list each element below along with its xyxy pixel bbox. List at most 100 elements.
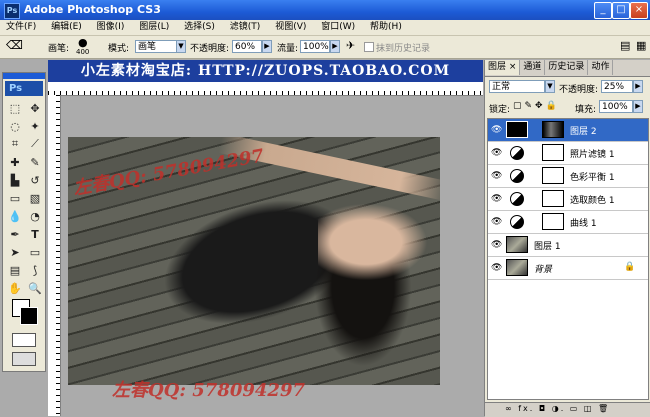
eyedropper-tool-icon[interactable]: ⟆ <box>26 262 44 278</box>
visibility-eye-icon[interactable]: 👁 <box>491 217 502 227</box>
palette-well-icon[interactable]: ▤ <box>620 39 630 52</box>
blend-chevron-icon[interactable]: ▼ <box>545 80 555 93</box>
minimize-button[interactable]: _ <box>594 2 612 19</box>
mode-select[interactable]: 画笔 <box>135 40 177 53</box>
visibility-eye-icon[interactable]: 👁 <box>491 240 502 250</box>
lock-icons[interactable]: ▢✎✥🔒 <box>513 101 560 111</box>
adjustment-layer-icon <box>510 146 524 160</box>
flow-input[interactable]: 100% <box>300 40 330 53</box>
move-tool-icon[interactable]: ✥ <box>26 100 44 116</box>
gradient-tool-icon[interactable]: ▧ <box>26 190 44 206</box>
maximize-button[interactable]: □ <box>612 2 630 19</box>
layer-mask-thumbnail <box>542 167 564 184</box>
vertical-ruler <box>48 95 61 416</box>
healing-tool-icon[interactable]: ✚ <box>6 154 24 170</box>
brush-tool-icon[interactable]: ✎ <box>26 154 44 170</box>
visibility-eye-icon[interactable]: 👁 <box>491 263 502 273</box>
visibility-eye-icon[interactable]: 👁 <box>491 194 502 204</box>
layer-row[interactable]: 👁 背景 🔒 <box>488 257 648 280</box>
tab-layers[interactable]: 图层 × <box>485 60 521 75</box>
pen-tool-icon[interactable]: ✒ <box>6 226 24 242</box>
brush-size: 400 <box>76 48 90 56</box>
zoom-tool-icon[interactable]: 🔍 <box>26 280 44 296</box>
layer-row[interactable]: 👁 照片滤镜 1 <box>488 142 648 165</box>
chevron-down-icon[interactable]: ▼ <box>176 40 186 53</box>
layer-row[interactable]: 👁 图层 1 <box>488 234 648 257</box>
options-bar: ⌫ 画笔: ● 400 模式: 画笔 ▼ 不透明度: 60% ▶ 流量: 100… <box>0 36 650 59</box>
eraser-tool-icon[interactable]: ⌫ <box>6 38 23 52</box>
close-button[interactable]: × <box>630 2 648 19</box>
layer-row[interactable]: 👁 图层 2 <box>488 119 648 142</box>
flow-arrow-icon[interactable]: ▶ <box>330 40 340 53</box>
history-label: 抹到历史记录 <box>376 44 431 54</box>
menu-help[interactable]: 帮助(H) <box>364 20 408 35</box>
crop-tool-icon[interactable]: ⌗ <box>6 136 24 152</box>
brush-panel-icon[interactable]: ▦ <box>636 39 646 52</box>
opacity-arrow-icon[interactable]: ▶ <box>262 40 272 53</box>
layer-thumbnail <box>506 121 528 138</box>
menu-file[interactable]: 文件(F) <box>0 20 42 35</box>
layer-name: 色彩平衡 1 <box>570 173 615 183</box>
visibility-eye-icon[interactable]: 👁 <box>491 171 502 181</box>
panel-opacity-arrow-icon[interactable]: ▶ <box>633 80 643 93</box>
opacity-input[interactable]: 60% <box>232 40 262 53</box>
menu-select[interactable]: 选择(S) <box>178 20 221 35</box>
menu-filter[interactable]: 滤镜(T) <box>224 20 267 35</box>
horizontal-ruler <box>48 82 483 96</box>
slice-tool-icon[interactable]: ⟋ <box>26 136 44 152</box>
type-tool-icon[interactable]: T <box>26 226 44 242</box>
stamp-tool-icon[interactable]: ▙ <box>6 172 24 188</box>
layer-thumbnail <box>506 259 528 276</box>
layers-panel: 图层 × 通道 历史记录 动作 正常 ▼ 不透明度: 25% ▶ 锁定: ▢✎✥🔒 填… <box>484 60 650 417</box>
lock-icon: 🔒 <box>624 262 636 272</box>
visibility-eye-icon[interactable]: 👁 <box>491 148 502 158</box>
hand-tool-icon[interactable]: ✋ <box>6 280 24 296</box>
panel-opacity-input[interactable]: 25% <box>601 80 633 93</box>
layer-row[interactable]: 👁 曲线 1 <box>488 211 648 234</box>
tab-channels[interactable]: 通道 <box>520 60 546 75</box>
photo-face <box>318 197 438 287</box>
layer-mask-thumbnail <box>542 190 564 207</box>
panel-opacity-label: 不透明度: <box>559 85 599 95</box>
dodge-tool-icon[interactable]: ◔ <box>26 208 44 224</box>
marquee-tool-icon[interactable]: ⬚ <box>6 100 24 116</box>
quick-mask-icon[interactable] <box>12 333 36 347</box>
visibility-eye-icon[interactable]: 👁 <box>491 125 502 135</box>
toolbox-header[interactable] <box>3 73 45 79</box>
mode-label: 模式: <box>108 44 130 54</box>
menu-bar: 文件(F) 编辑(E) 图像(I) 图层(L) 选择(S) 滤镜(T) 视图(V… <box>0 20 650 36</box>
tab-actions[interactable]: 动作 <box>588 60 614 75</box>
blend-mode-select[interactable]: 正常 <box>489 80 545 93</box>
menu-view[interactable]: 视图(V) <box>269 20 312 35</box>
layer-mask-thumbnail <box>542 213 564 230</box>
notes-tool-icon[interactable]: ▤ <box>6 262 24 278</box>
layer-name: 背景 <box>534 265 553 275</box>
eraser-icon[interactable]: ▭ <box>6 190 24 206</box>
menu-edit[interactable]: 编辑(E) <box>45 20 88 35</box>
airbrush-icon[interactable]: ✈ <box>346 39 355 52</box>
menu-layer[interactable]: 图层(L) <box>133 20 175 35</box>
layer-name: 图层 1 <box>534 242 561 252</box>
layer-row[interactable]: 👁 选取颜色 1 <box>488 188 648 211</box>
blur-tool-icon[interactable]: 💧 <box>6 208 24 224</box>
layer-name: 选取颜色 1 <box>570 196 615 206</box>
menu-window[interactable]: 窗口(W) <box>315 20 361 35</box>
adjustment-layer-icon <box>510 192 524 206</box>
lasso-tool-icon[interactable]: ◌ <box>6 118 24 134</box>
history-checkbox[interactable] <box>364 42 374 52</box>
adjustment-layer-icon <box>510 169 524 183</box>
adjustment-layer-icon <box>510 215 524 229</box>
fill-arrow-icon[interactable]: ▶ <box>633 100 643 113</box>
shop-banner: 小左素材淘宝店: HTTP://ZUOPS.TAOBAO.COM <box>48 60 483 82</box>
menu-image[interactable]: 图像(I) <box>91 20 131 35</box>
screen-mode-icon[interactable] <box>12 352 36 366</box>
history-brush-tool-icon[interactable]: ↺ <box>26 172 44 188</box>
panel-footer-icons[interactable]: ∞ fx. ◘ ◑. ▭ ◫ 🗑 <box>505 404 610 413</box>
path-select-tool-icon[interactable]: ➤ <box>6 244 24 260</box>
background-color-swatch[interactable] <box>20 307 38 325</box>
fill-input[interactable]: 100% <box>599 100 633 113</box>
magic-wand-tool-icon[interactable]: ✦ <box>26 118 44 134</box>
layer-row[interactable]: 👁 色彩平衡 1 <box>488 165 648 188</box>
shape-tool-icon[interactable]: ▭ <box>26 244 44 260</box>
tab-history[interactable]: 历史记录 <box>545 60 589 75</box>
